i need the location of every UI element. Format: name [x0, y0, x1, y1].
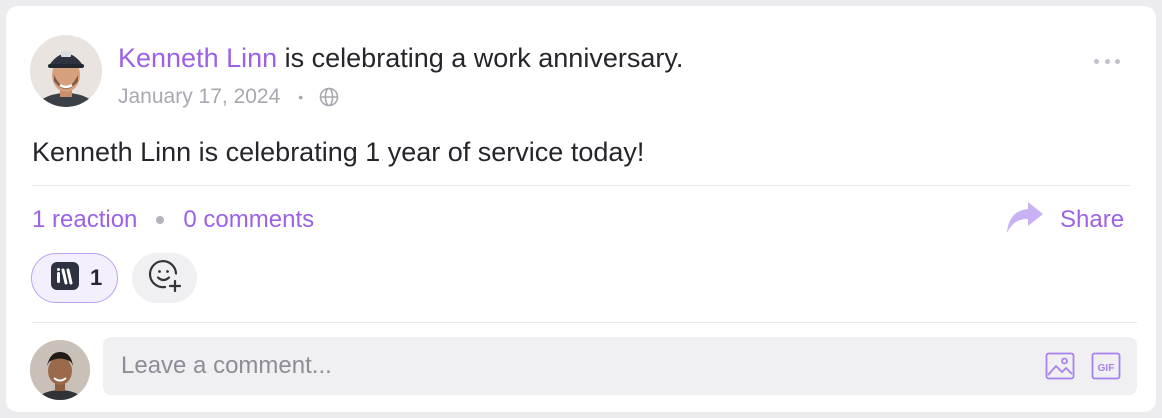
more-options-button[interactable]: [1094, 56, 1120, 66]
meta-separator: •: [298, 89, 304, 105]
share-button[interactable]: Share: [1006, 200, 1125, 241]
stats-separator: [156, 216, 165, 224]
comment-box: GIF: [103, 337, 1137, 395]
more-dot-icon: [1115, 58, 1120, 64]
gif-icon[interactable]: GIF: [1091, 352, 1121, 385]
divider: [32, 322, 1137, 323]
more-dot-icon: [1094, 58, 1099, 64]
author-name-link[interactable]: Kenneth Linn: [118, 43, 277, 73]
post-card: Kenneth Linn is celebrating a work anniv…: [6, 6, 1156, 412]
comment-input[interactable]: [121, 337, 1021, 395]
post-body: Kenneth Linn is celebrating 1 year of se…: [32, 137, 645, 167]
reaction-chip[interactable]: 1: [31, 253, 118, 303]
share-arrow-icon: [1006, 200, 1060, 241]
current-user-avatar[interactable]: [30, 340, 90, 400]
post-action-text: is celebrating a work anniversary.: [284, 43, 684, 73]
image-icon[interactable]: [1045, 352, 1075, 385]
reaction-chip-count: 1: [90, 265, 103, 290]
post-stats: 1 reaction 0 comments: [32, 206, 314, 234]
gif-icon-label: GIF: [1098, 363, 1115, 374]
post-date: January 17, 2024: [118, 85, 281, 108]
globe-icon: [319, 87, 339, 107]
divider: [32, 185, 1130, 186]
author-avatar[interactable]: [30, 35, 102, 107]
more-dot-icon: [1104, 58, 1110, 64]
reaction-count-link[interactable]: 1 reaction: [32, 206, 137, 234]
share-label: Share: [1060, 206, 1125, 233]
add-reaction-button[interactable]: [132, 253, 197, 303]
brand-logo-reaction-icon: [51, 261, 79, 295]
post-meta: January 17, 2024 •: [118, 84, 339, 110]
comment-count-link[interactable]: 0 comments: [183, 206, 314, 234]
add-emoji-icon: [148, 259, 182, 298]
post-headline: Kenneth Linn is celebrating a work anniv…: [118, 42, 683, 74]
